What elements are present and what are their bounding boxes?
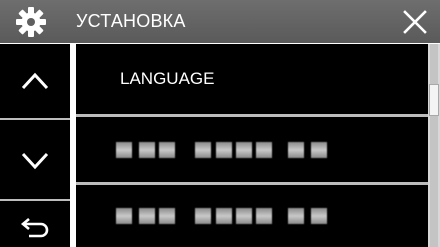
menu-item[interactable] (76, 118, 428, 182)
scrollbar-thumb[interactable] (429, 84, 439, 116)
close-icon[interactable] (398, 5, 432, 39)
scroll-up-button[interactable] (0, 44, 70, 117)
scrollbar-track (430, 44, 438, 247)
nav-divider (0, 199, 70, 201)
title-bar: УСТАНОВКА (0, 0, 440, 43)
menu-list: LANGUAGE (76, 44, 428, 247)
scrollbar[interactable] (428, 44, 440, 247)
gear-icon (16, 7, 46, 37)
nav-column (0, 44, 70, 247)
nav-divider (0, 118, 70, 120)
menu-item-language[interactable]: LANGUAGE (76, 44, 428, 114)
page-title: УСТАНОВКА (76, 11, 186, 31)
back-button[interactable] (0, 204, 70, 247)
menu-item[interactable] (76, 186, 428, 247)
row-divider (76, 182, 428, 185)
scroll-down-button[interactable] (0, 124, 70, 197)
chevron-up-icon (21, 72, 49, 89)
chevron-down-icon (21, 152, 49, 169)
menu-item-label: LANGUAGE (120, 69, 215, 88)
back-arrow-icon (20, 217, 49, 237)
settings-screen: УСТАНОВКА LANGUAGE (0, 0, 440, 247)
row-divider (76, 114, 428, 117)
